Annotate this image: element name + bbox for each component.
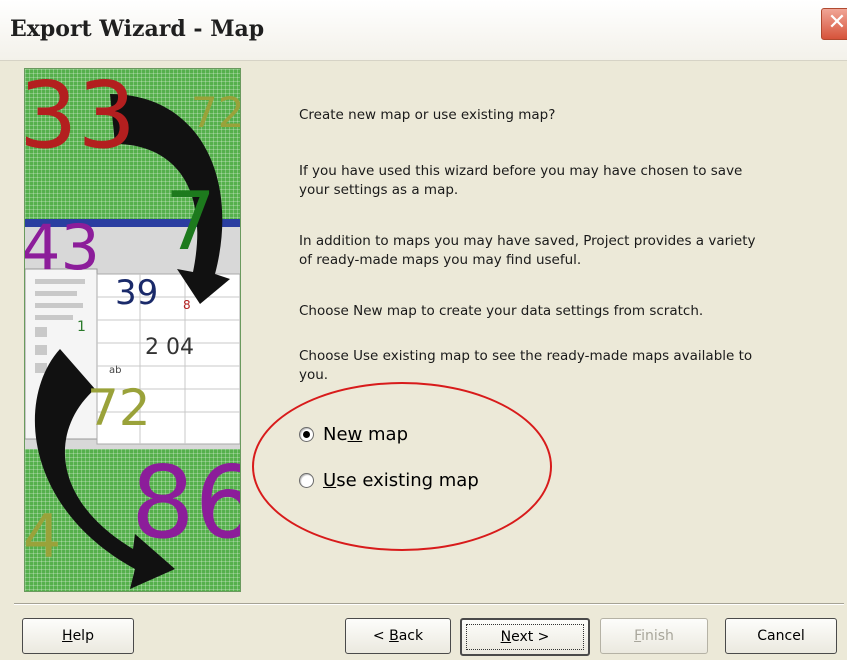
art-number-33: 33 xyxy=(25,69,136,169)
art-number-1: 1 xyxy=(77,319,86,335)
art-number-72-top: 72 xyxy=(191,88,240,137)
next-button[interactable]: Next > xyxy=(460,618,590,656)
art-number-8: 8 xyxy=(183,298,191,312)
art-number-86: 86 xyxy=(131,444,240,561)
paragraph-ready-made: In addition to maps you may have saved, … xyxy=(299,233,756,268)
wizard-art-svg: 33 72 7 43 39 8 1 2 04 ab 72 86 4 xyxy=(25,69,240,589)
paragraph-existing-map: Choose Use existing map to see the ready… xyxy=(299,348,753,383)
wizard-side-graphic: 33 72 7 43 39 8 1 2 04 ab 72 86 4 xyxy=(24,68,241,592)
title-bar: Export Wizard - Map ✕ xyxy=(0,0,847,61)
focus-rect xyxy=(466,624,584,650)
window-title: Export Wizard - Map xyxy=(10,16,265,42)
button-divider xyxy=(14,603,844,605)
cancel-button[interactable]: Cancel xyxy=(725,618,837,654)
paragraph-new-map: Choose New map to create your data setti… xyxy=(299,303,704,319)
art-small-ab: ab xyxy=(109,365,121,376)
annotation-circle xyxy=(252,382,552,551)
question-text: Create new map or use existing map? xyxy=(299,107,556,123)
close-icon: ✕ xyxy=(827,10,847,35)
help-button[interactable]: Help xyxy=(22,618,134,654)
art-number-39: 39 xyxy=(115,273,158,313)
art-number-72-mid: 72 xyxy=(87,379,151,437)
art-number-4: 4 xyxy=(25,502,61,572)
close-button[interactable]: ✕ xyxy=(821,8,847,40)
back-button[interactable]: < Back xyxy=(345,618,451,654)
art-number-43: 43 xyxy=(25,211,100,284)
art-number-204: 2 04 xyxy=(145,335,194,360)
paragraph-saved-maps: If you have used this wizard before you … xyxy=(299,163,743,198)
art-number-7: 7 xyxy=(165,175,216,268)
finish-button[interactable]: Finish xyxy=(600,618,708,654)
